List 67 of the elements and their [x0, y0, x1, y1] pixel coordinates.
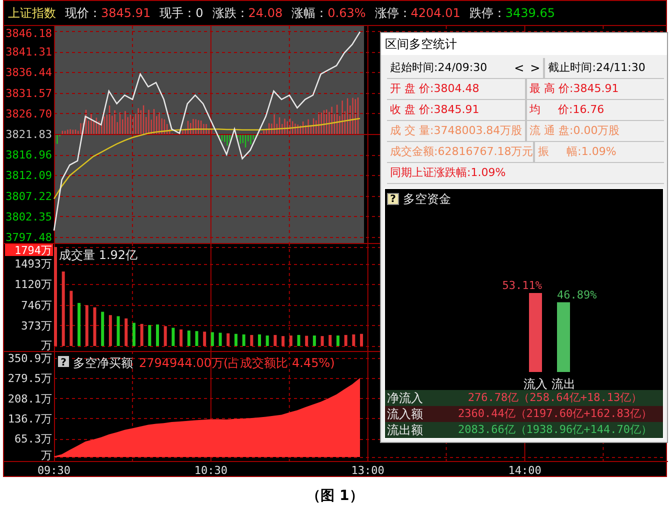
quote-label: 现价： — [65, 6, 101, 20]
axis-label: 万 — [41, 339, 52, 351]
stat-text: 流 通 盘:0.00万股 — [530, 123, 620, 139]
axis-label: 373万 — [21, 319, 52, 332]
axis-label: 350.9万 — [8, 352, 52, 365]
chart-title: 多空净买额 — [73, 356, 133, 370]
row-value: 2083.66亿（1938.96亿+144.70亿） — [456, 422, 654, 438]
index-name: 上证指数 — [8, 6, 56, 20]
panel-title: 多空资金 — [403, 191, 451, 208]
axis-label: 万 — [41, 449, 52, 462]
quote-value: 3845.91 — [101, 6, 151, 20]
figure-caption: （图 1） — [306, 487, 364, 506]
stat-text: 成交金额:62816767.18万元 — [390, 144, 534, 160]
quote-label: 涨幅： — [292, 6, 328, 20]
quote-label: 跌停： — [469, 6, 506, 20]
axis-label: 279.5万 — [8, 372, 52, 386]
axis-label: 3831.57 — [6, 86, 52, 100]
axis-label: 3807.22 — [6, 190, 52, 203]
dialog-title: 区间多空统计 — [381, 33, 667, 55]
quote-value: 3439.65 — [505, 6, 555, 20]
quote-label: 涨停： — [374, 6, 411, 20]
stat-text: 开 盘 价:3804.48 — [390, 81, 480, 97]
quote-label: 涨跌： — [212, 6, 248, 20]
row-label: 净流入 — [386, 390, 424, 406]
stat-text: 振 幅:1.09% — [538, 144, 616, 160]
time-label: 09:30 — [37, 464, 71, 477]
row-label: 流出额 — [386, 422, 424, 438]
axis-label: 1120万 — [14, 278, 52, 292]
axis-label: 3802.35 — [6, 210, 52, 224]
row-value: 2360.44亿（2197.60亿+162.83亿） — [456, 406, 654, 422]
axis-label: 3826.70 — [6, 107, 52, 120]
axis-label: 65.3万 — [14, 432, 52, 446]
quote-value: 0.63% — [328, 6, 366, 20]
quote-value: 4204.01 — [410, 6, 460, 20]
time-label: 14:00 — [508, 464, 542, 477]
axis-label: 208.1万 — [8, 392, 52, 406]
quote-value: 24.08 — [248, 6, 283, 20]
stat-text: 成 交 量:3748003.84万股 — [390, 123, 522, 139]
axis-label: 3812.09 — [6, 169, 52, 182]
quote-value: 0 — [196, 6, 204, 20]
axis-label: 746万 — [21, 298, 52, 312]
quote-label: 现手： — [160, 6, 196, 20]
axis-label: 3821.83 — [6, 128, 52, 141]
stat-text: 起始时间:24/09:30 — [390, 60, 488, 76]
time-label: 13:00 — [351, 464, 384, 477]
category-label: 流出 — [552, 377, 576, 390]
axis-label: 3797.48 — [6, 231, 52, 243]
row-value: 276.78亿（258.64亿+18.13亿） — [466, 390, 644, 406]
stat-text: 截止时间:24/11:30 — [548, 60, 646, 76]
row-label: 流入额 — [386, 406, 424, 422]
stat-text: 收 盘 价:3845.91 — [390, 102, 480, 118]
axis-label: 3846.18 — [6, 27, 52, 40]
axis-label: 3816.96 — [6, 148, 52, 162]
axis-label: 1794万 — [5, 243, 53, 257]
stat-text: 最 高 价:3845.91 — [530, 81, 619, 97]
category-label: 流入 — [524, 377, 548, 390]
value-label: 53.11% — [502, 279, 542, 292]
axis-label: 3836.44 — [6, 66, 52, 80]
axis-label: 136.7万 — [8, 412, 52, 426]
y-tick-label: 1794万 — [14, 244, 52, 257]
stat-text: 同期上证涨跌幅:1.09% — [390, 166, 506, 179]
axis-label: 1493万 — [14, 258, 52, 271]
time-label: 10:30 — [194, 464, 228, 477]
axis-label: 3841.31 — [6, 46, 52, 59]
value-label: 46.89% — [557, 288, 597, 302]
chart-title: 成交量 1.92亿 — [59, 248, 138, 262]
stat-text: 均 价:16.76 — [530, 102, 604, 118]
